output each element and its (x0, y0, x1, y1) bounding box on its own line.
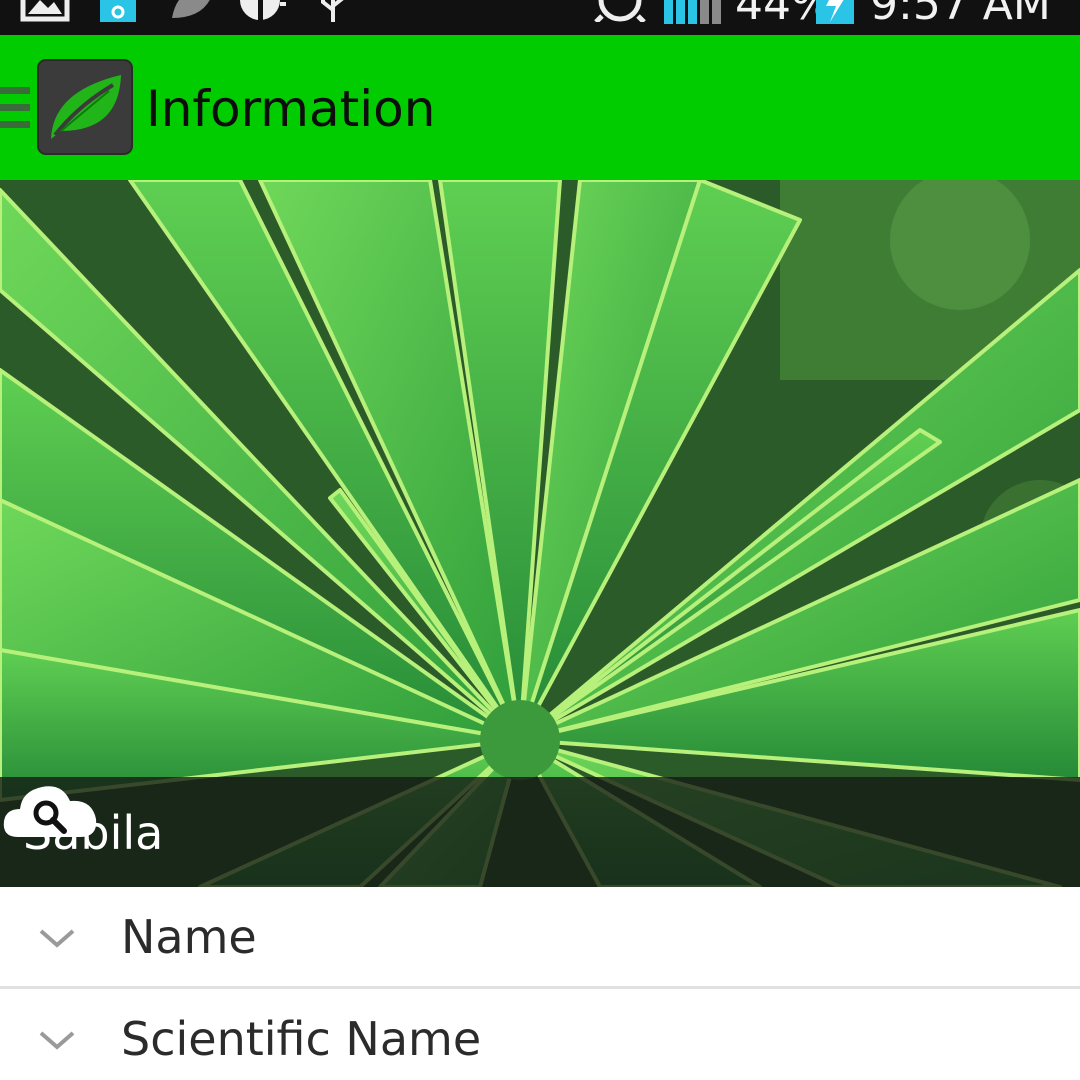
section-scientific-name[interactable]: Scientific Name (0, 989, 1080, 1080)
plant-photo: Sabila (0, 180, 1080, 887)
usb-icon (321, 0, 344, 22)
chevron-down-icon (39, 929, 75, 948)
alarm-clock-icon (594, 0, 646, 22)
page-title: Information (146, 80, 436, 138)
info-section-list: Name Scientific Name (0, 887, 1080, 1080)
hamburger-icon[interactable] (0, 87, 30, 129)
app-bar: Information (0, 35, 1080, 180)
app-logo[interactable] (37, 59, 133, 155)
caption-bar: Sabila (0, 777, 1080, 887)
section-label: Name (121, 910, 257, 964)
gallery-icon (20, 0, 70, 22)
signal-icon (664, 0, 721, 24)
leaf-icon (51, 75, 121, 139)
status-bar: 44% 9:57 AM (0, 0, 1080, 35)
cloud-search-icon[interactable] (0, 777, 100, 841)
clock-time: 9:57 AM (870, 0, 1051, 30)
section-name[interactable]: Name (0, 887, 1080, 989)
alarm-vibrate-icon (240, 0, 286, 20)
section-label: Scientific Name (121, 1012, 482, 1066)
usb-debug-icon (100, 0, 136, 22)
battery-charging-icon (816, 0, 854, 24)
chevron-down-icon (39, 1031, 75, 1050)
leaf-notification-icon (172, 0, 210, 18)
